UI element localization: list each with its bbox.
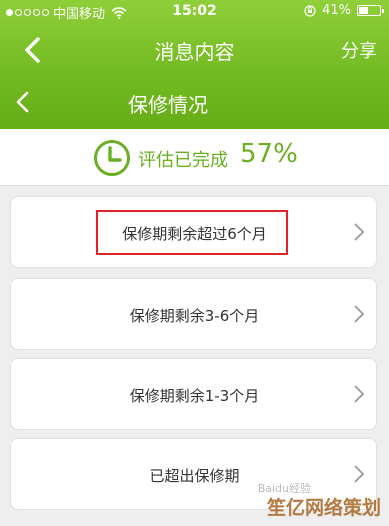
progress-band: 评估已完成 57% — [0, 129, 389, 186]
highlight-annotation — [96, 210, 288, 255]
option-card[interactable]: 保修期剩余3-6个月 — [10, 278, 377, 350]
nav-bar: 消息内容 分享 — [0, 24, 389, 76]
progress-label: 评估已完成 — [138, 150, 228, 171]
option-card[interactable]: 保修期剩余1-3个月 — [10, 358, 377, 430]
chevron-right-icon — [354, 223, 365, 241]
status-bar: 中国移动 15:02 41% — [0, 0, 389, 24]
battery-percent: 41% — [322, 3, 351, 18]
battery-icon — [357, 5, 384, 16]
section-header: 保修情况 — [0, 76, 389, 129]
chevron-right-icon — [354, 465, 365, 483]
option-label: 保修期剩余3-6个月 — [129, 307, 260, 325]
chevron-right-icon — [354, 305, 365, 323]
orientation-lock-icon — [304, 4, 316, 17]
share-button[interactable]: 分享 — [341, 37, 377, 63]
watermark: 笙亿网络策划 — [266, 497, 381, 519]
section-title: 保修情况 — [128, 93, 208, 117]
option-label: 已超出保修期 — [149, 467, 240, 485]
chevron-right-icon — [354, 385, 365, 403]
clock-icon — [94, 140, 130, 176]
progress-value: 57% — [240, 139, 298, 169]
option-label: 保修期剩余1-3个月 — [129, 387, 260, 405]
section-back-icon[interactable] — [10, 88, 38, 116]
status-right: 41% — [304, 3, 384, 18]
page-title: 消息内容 — [154, 40, 235, 64]
